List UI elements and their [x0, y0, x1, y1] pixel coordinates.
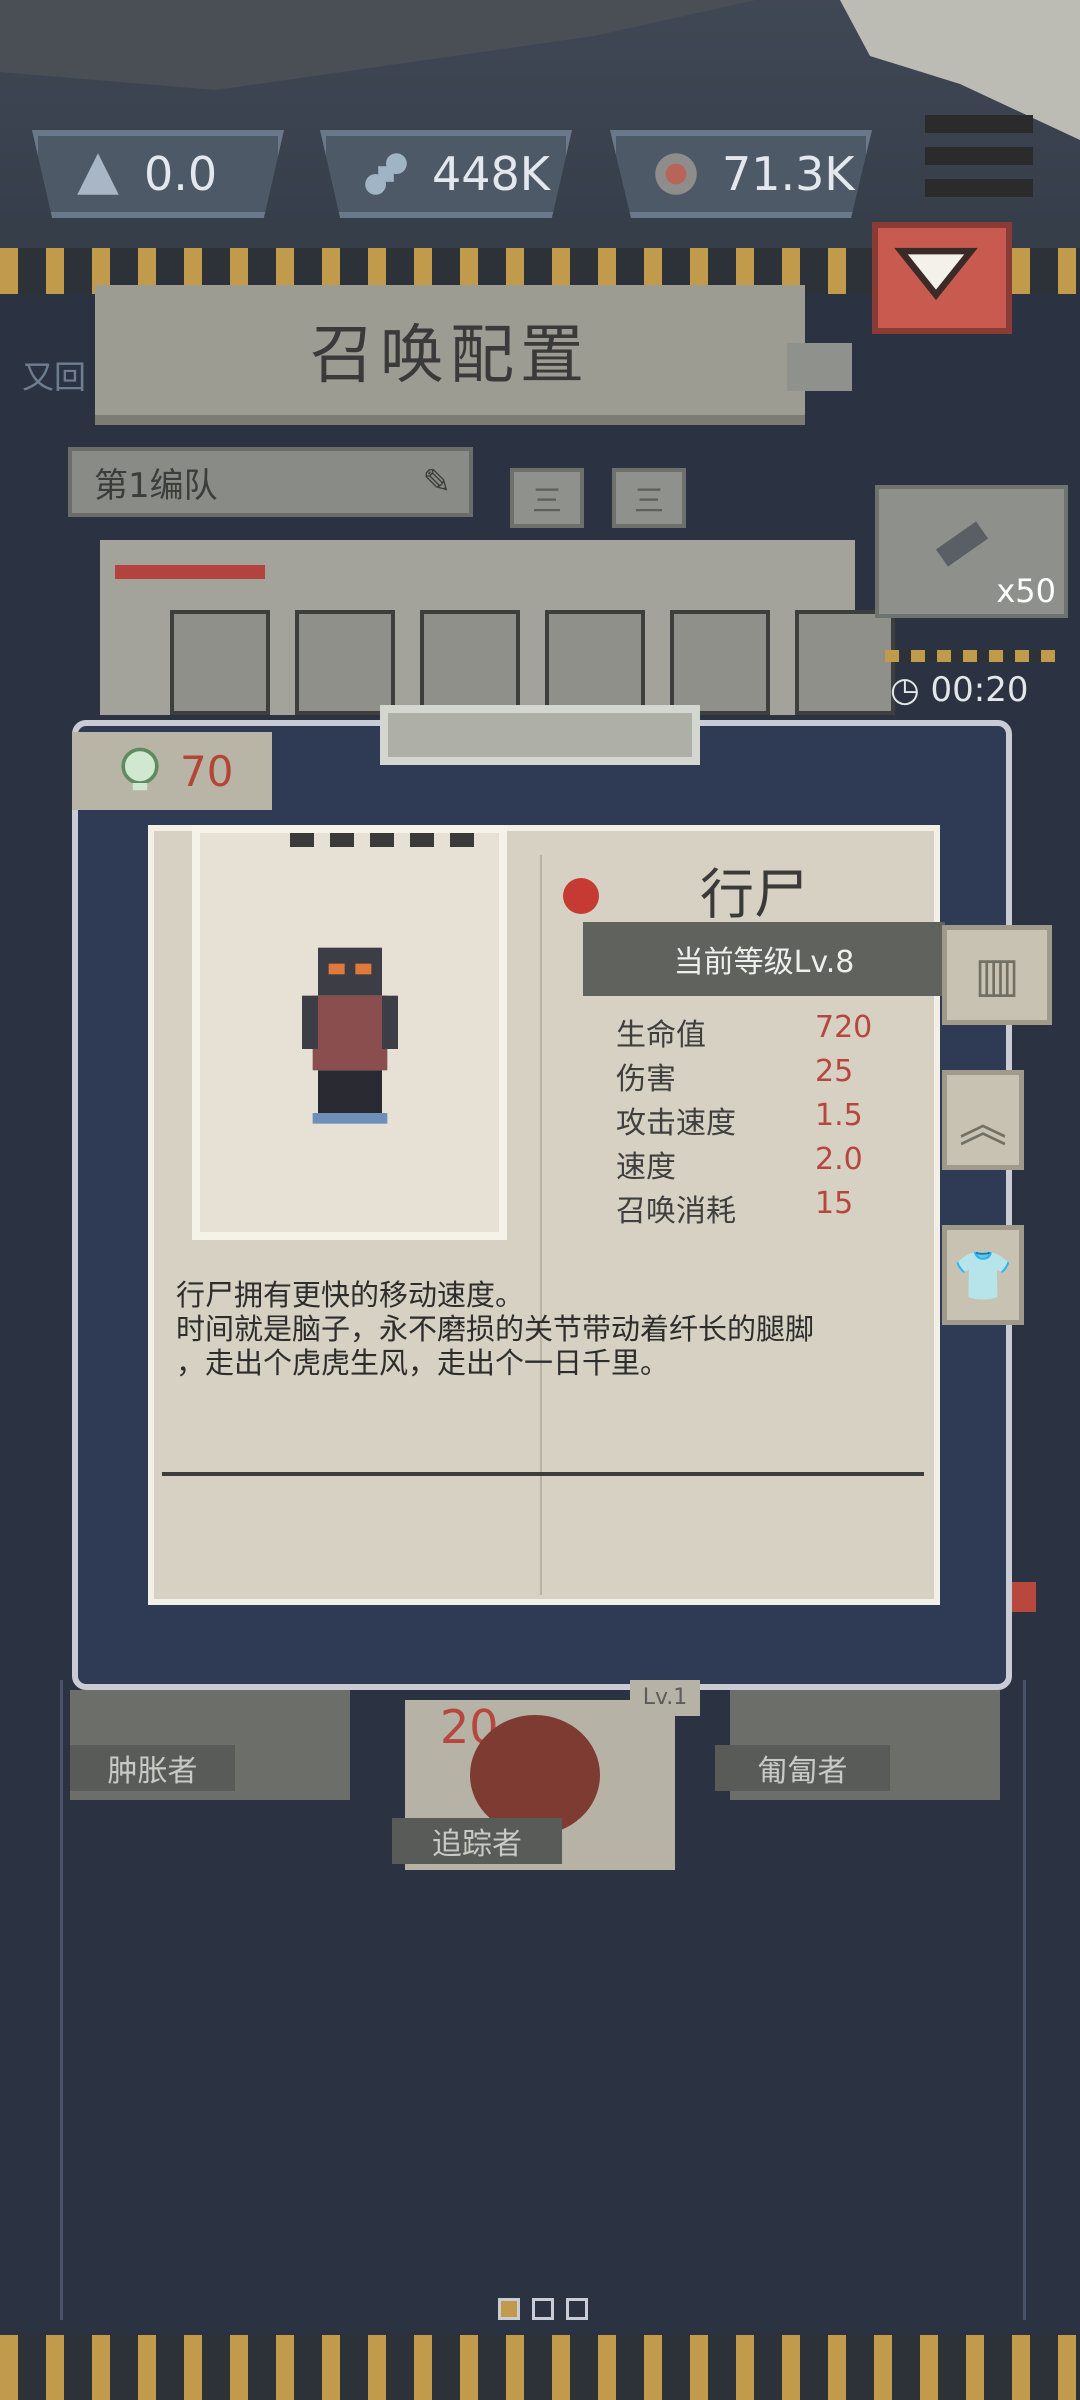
bandage-icon	[935, 521, 989, 567]
item-stripe	[885, 650, 1055, 662]
back-hint[interactable]: 又回	[22, 352, 86, 398]
resource-bones[interactable]: 448K	[320, 130, 572, 218]
roster-slot[interactable]	[545, 610, 645, 715]
modal-handle	[380, 705, 700, 765]
menu-line	[925, 147, 1033, 165]
soul-bulb-icon	[121, 747, 159, 791]
stat-value: 720	[815, 1010, 873, 1045]
soul-count: 70	[180, 746, 234, 796]
blood-mark	[563, 878, 599, 914]
unit-level: 当前等级Lv.8	[583, 922, 945, 996]
stat-label: 生命值	[616, 1018, 706, 1053]
roster-blood-decoration	[115, 565, 265, 579]
outfit-button[interactable]: 👕	[942, 1225, 1024, 1325]
brain-icon	[655, 153, 697, 195]
resource-crystal[interactable]: 0.0	[32, 130, 284, 218]
unit-card-label: 追踪者	[392, 1818, 562, 1864]
menu-line	[925, 179, 1033, 197]
unit-name: 行尸	[700, 863, 808, 926]
unit-portrait	[192, 825, 507, 1240]
stat-value: 2.0	[815, 1142, 863, 1177]
chevron-down-icon	[894, 247, 978, 301]
description-line: 时间就是脑子，永不磨损的关节带动着纤长的腿脚	[176, 1312, 815, 1346]
book-icon: ▥	[974, 947, 1020, 1003]
bones-icon	[365, 153, 407, 195]
codex-button[interactable]: ▥	[942, 925, 1052, 1025]
bottom-stripe-divider	[0, 2335, 1080, 2400]
team-option-button-2[interactable]: 三	[612, 468, 686, 528]
title-decoration	[787, 343, 852, 391]
item-card[interactable]: x50	[875, 485, 1068, 618]
zombie-sprite-icon	[302, 947, 398, 1124]
paper-fold	[540, 855, 542, 1595]
triangle-crystal-icon	[77, 153, 119, 195]
shirt-icon: 👕	[953, 1247, 1013, 1304]
edit-icon[interactable]: ✎	[423, 462, 452, 502]
resource-crystal-value: 0.0	[144, 147, 218, 201]
stat-label: 速度	[616, 1150, 676, 1185]
collapse-button[interactable]	[872, 222, 1012, 334]
roster-slot[interactable]	[295, 610, 395, 715]
page-title: 召唤配置	[95, 285, 805, 425]
resource-brain[interactable]: 71.3K	[610, 130, 872, 218]
stat-label: 攻击速度	[616, 1106, 736, 1141]
stat-value: 25	[815, 1054, 854, 1089]
resource-bones-value: 448K	[432, 147, 550, 201]
photo-tape	[290, 833, 490, 847]
roster-slot[interactable]	[420, 610, 520, 715]
description-line: 行尸拥有更快的移动速度。	[176, 1278, 525, 1312]
unit-description: 行尸拥有更快的移动速度。 时间就是脑子，永不磨损的关节带动着纤长的腿脚 ，走出个…	[176, 1278, 916, 1380]
unit-card-label: 匍匐者	[715, 1745, 890, 1791]
upgrade-button[interactable]: ︽	[942, 1070, 1024, 1170]
notification-marker	[1012, 1582, 1036, 1612]
stat-label: 召唤消耗	[616, 1194, 736, 1229]
page-dot[interactable]	[498, 2298, 520, 2320]
double-chevron-up-icon: ︽	[958, 1097, 1007, 1153]
stat-value: 15	[815, 1186, 854, 1221]
unit-card-label: 肿胀者	[70, 1745, 235, 1791]
roster-slot[interactable]	[170, 610, 270, 715]
clock-icon: ◷	[890, 670, 920, 710]
team-selector[interactable]: 第1编队 ✎	[68, 447, 473, 517]
page-dot[interactable]	[532, 2298, 554, 2320]
menu-line	[925, 115, 1033, 133]
timer-value: 00:20	[930, 670, 1029, 710]
unit-card-level: Lv.1	[630, 1680, 700, 1716]
team-name: 第1编队	[94, 465, 218, 506]
roster-slot[interactable]	[670, 610, 770, 715]
page-dot[interactable]	[566, 2298, 588, 2320]
menu-button[interactable]	[925, 115, 1033, 211]
tracker-sprite-icon	[470, 1715, 600, 1835]
stat-value: 1.5	[815, 1098, 863, 1133]
resource-brain-value: 71.3K	[722, 147, 855, 201]
page-indicator[interactable]	[498, 2298, 588, 2320]
soul-count-badge: 70	[72, 732, 272, 810]
roster-slot[interactable]	[795, 610, 895, 715]
team-option-button-1[interactable]: 三	[510, 468, 584, 528]
description-divider	[162, 1472, 924, 1476]
description-line: ，走出个虎虎生风，走出个一日千里。	[176, 1346, 670, 1380]
item-count: x50	[996, 572, 1056, 610]
timer: ◷ 00:20	[890, 670, 1028, 710]
stat-label: 伤害	[616, 1062, 676, 1097]
